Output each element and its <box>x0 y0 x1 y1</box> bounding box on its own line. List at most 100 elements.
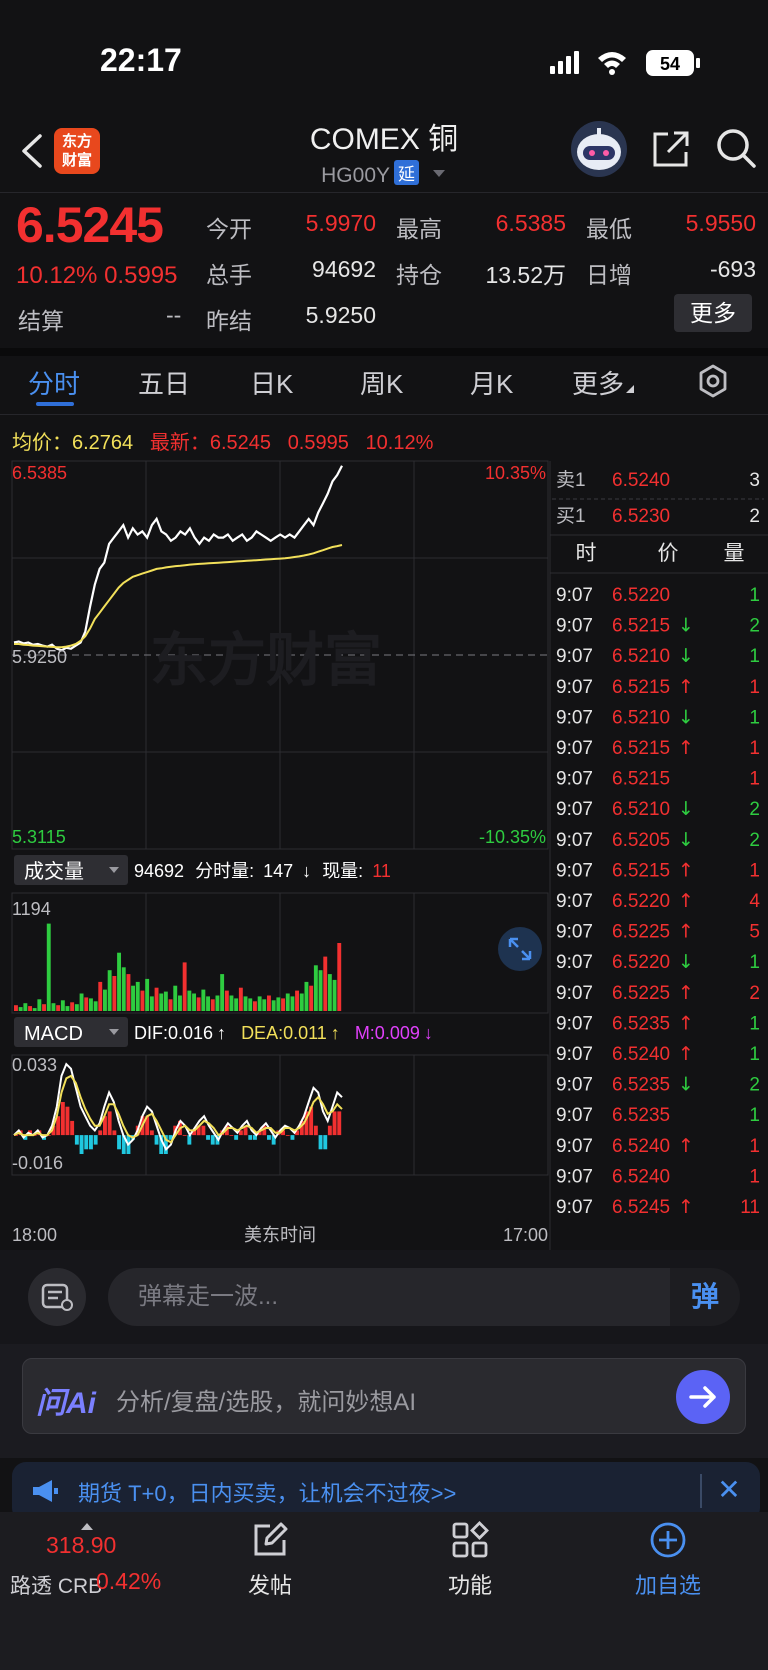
tab-monthly-k[interactable]: 月K <box>470 364 513 401</box>
low-label: 最低 <box>586 216 632 242</box>
nav-post[interactable]: 发帖 <box>210 1520 330 1600</box>
volume-bar <box>18 1007 23 1011</box>
prev-settle-label: 昨结 <box>206 308 252 334</box>
macd-max-label: 0.033 <box>12 1055 57 1075</box>
daily-change-value: -693 <box>709 256 756 282</box>
volume-bar <box>327 974 332 1011</box>
danmu-input[interactable]: 弹幕走一波... <box>108 1268 670 1326</box>
ticks-header-time: 时 <box>576 542 597 565</box>
volume-bar <box>323 956 328 1011</box>
tick-direction: ↑ <box>678 982 694 1004</box>
macd-bar <box>323 1135 328 1150</box>
tick-row[interactable]: 9:07 6.5210 ↓ 1 <box>556 706 760 728</box>
tick-row[interactable]: 9:07 6.5220 1 <box>556 585 760 606</box>
volume-bar <box>112 976 117 1011</box>
volume-bar <box>182 962 187 1011</box>
tab-five-day[interactable]: 五日 <box>138 364 190 401</box>
danmu-settings-button[interactable] <box>28 1268 86 1326</box>
tick-direction: ↑ <box>678 737 694 759</box>
tick-qty: 1 <box>749 1105 760 1126</box>
tick-direction: ↑ <box>678 921 694 943</box>
volume-max-label: 1194 <box>12 899 51 919</box>
tick-price: 6.5215 <box>612 738 670 759</box>
expand-chart-button[interactable] <box>498 927 542 971</box>
tick-price: 6.5215 <box>612 677 670 698</box>
tick-direction: ↓ <box>678 951 694 973</box>
y-min-label: 5.3115 <box>12 827 66 847</box>
more-quote-button[interactable]: 更多 <box>674 294 752 332</box>
tick-row[interactable]: 9:07 6.5215 ↓ 2 <box>556 615 760 637</box>
tick-time: 9:07 <box>556 952 593 973</box>
crb-index-value[interactable]: 318.90 <box>46 1532 116 1559</box>
volume-bar <box>281 998 285 1011</box>
tick-row[interactable]: 9:07 6.5215 1 <box>556 769 760 790</box>
tick-price: 6.5210 <box>612 646 670 667</box>
tick-row[interactable]: 9:07 6.5240 ↑ 1 <box>556 1135 760 1157</box>
tick-price: 6.5235 <box>612 1105 670 1126</box>
crb-index-pct[interactable]: 0.42% <box>96 1568 161 1595</box>
volume-bar <box>309 985 314 1011</box>
tick-list[interactable]: 9:07 6.5220 1 9:07 6.5215 ↓ 2 9:07 6.5210 ↓ 1 9:07 6… <box>556 585 760 1218</box>
nav-post-label: 发帖 <box>247 1573 292 1598</box>
volume-bar <box>60 1000 65 1011</box>
tick-qty: 1 <box>749 1166 760 1187</box>
tick-row[interactable]: 9:07 6.5220 ↓ 1 <box>556 951 760 973</box>
open-value: 5.9970 <box>305 210 376 236</box>
tick-direction: ↑ <box>678 1012 694 1034</box>
tick-row[interactable]: 9:07 6.5215 ↑ 1 <box>556 859 760 881</box>
tick-row[interactable]: 9:07 6.5205 ↓ 2 <box>556 829 760 851</box>
tick-time: 9:07 <box>556 1197 593 1218</box>
tick-time: 9:07 <box>556 1044 593 1065</box>
tick-row[interactable]: 9:07 6.5220 ↑ 4 <box>556 890 760 912</box>
tick-row[interactable]: 9:07 6.5225 ↑ 5 <box>556 921 760 943</box>
tab-weekly-k[interactable]: 周K <box>360 364 403 401</box>
volume-bar <box>304 981 309 1011</box>
price-change: 10.12% 0.5995 <box>16 262 178 289</box>
crb-index-label[interactable]: 路透 CRB <box>10 1570 102 1600</box>
tick-qty: 1 <box>749 1044 760 1065</box>
tick-row[interactable]: 9:07 6.5225 ↑ 2 <box>556 982 760 1004</box>
intraday-chart-area[interactable]: 东方财富 6.5385 5.9250 5.3115 10.35% -10.35%… <box>0 455 768 1255</box>
tick-row[interactable]: 9:07 6.5245 ↑ 11 <box>556 1196 760 1218</box>
tick-row[interactable]: 9:07 6.5235 ↓ 2 <box>556 1074 760 1096</box>
tick-time: 9:07 <box>556 738 593 759</box>
macd-bar <box>98 1130 103 1136</box>
volume-bar <box>32 1008 37 1011</box>
assistant-robot-button[interactable] <box>570 120 628 178</box>
tab-daily-k[interactable]: 日K <box>250 364 293 401</box>
volume-bar <box>37 999 42 1011</box>
chart-settings-button[interactable] <box>694 362 732 400</box>
tick-row[interactable]: 9:07 6.5240 ↑ 1 <box>556 1043 760 1065</box>
tick-row[interactable]: 9:07 6.5215 ↑ 1 <box>556 737 760 759</box>
tick-direction: ↑ <box>678 1043 694 1065</box>
promo-text[interactable]: 期货 T+0，日内买卖，让机会不过夜>> <box>78 1476 456 1508</box>
nav-functions[interactable]: 功能 <box>410 1520 530 1600</box>
chart-info-row: 均价：6.2764 最新：6.5245 0.5995 10.12% <box>12 426 433 455</box>
nav-add-watchlist[interactable]: 加自选 <box>608 1520 728 1600</box>
tick-row[interactable]: 9:07 6.5240 1 <box>556 1166 760 1187</box>
tick-row[interactable]: 9:07 6.5215 ↑ 1 <box>556 676 760 698</box>
tick-row[interactable]: 9:07 6.5235 ↑ 1 <box>556 1012 760 1034</box>
status-icons: 54 <box>548 48 708 78</box>
volume-bar <box>229 995 234 1011</box>
tick-row[interactable]: 9:07 6.5210 ↓ 2 <box>556 798 760 820</box>
ai-submit-button[interactable] <box>676 1370 730 1424</box>
tick-qty: 1 <box>749 585 760 606</box>
danmu-toggle-button[interactable]: 弹 <box>670 1268 740 1326</box>
tick-row[interactable]: 9:07 6.5210 ↓ 1 <box>556 645 760 667</box>
macd-bar <box>74 1135 79 1145</box>
macd-bar <box>182 1135 187 1136</box>
tab-more[interactable]: 更多 <box>572 364 635 401</box>
volume-bar <box>201 989 206 1011</box>
search-button[interactable] <box>714 126 758 170</box>
tick-time: 9:07 <box>556 1013 593 1034</box>
tab-intraday[interactable]: 分时 <box>28 364 80 401</box>
macd-bar <box>107 1111 112 1136</box>
y-max-pct-label: 10.35% <box>485 463 546 483</box>
volume-grid <box>11 892 549 1014</box>
close-icon[interactable]: ✕ <box>712 1470 746 1510</box>
share-button[interactable] <box>650 128 692 170</box>
volume-bar <box>192 993 196 1011</box>
tick-row[interactable]: 9:07 6.5235 1 <box>556 1105 760 1126</box>
macd-bar <box>112 1130 117 1136</box>
